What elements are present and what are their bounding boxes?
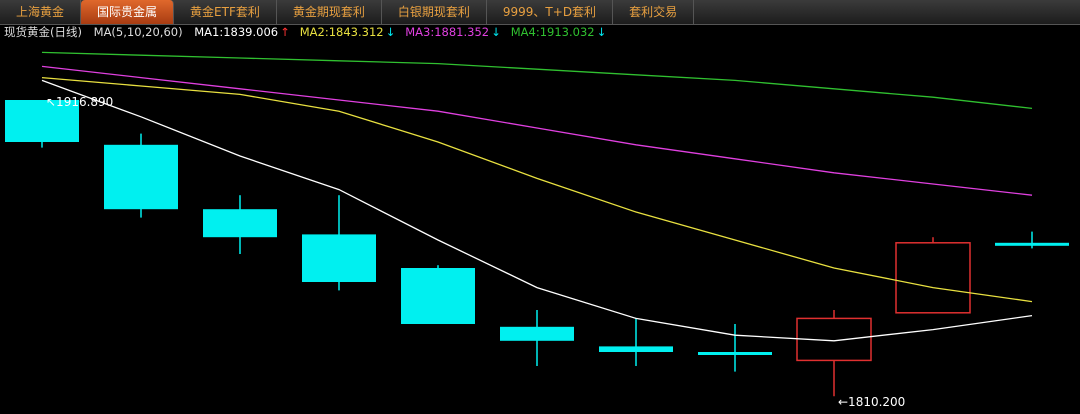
legend-ma2: MA2:1843.312 ↓ — [300, 25, 398, 39]
legend-ma3: MA3:1881.352 ↓ — [405, 25, 503, 39]
legend-ma2-value: MA2:1843.312 — [299, 25, 384, 39]
legend-ma1-arrow-icon: ↑ — [280, 25, 290, 39]
tab-1[interactable]: 国际贵金属 — [81, 0, 175, 24]
legend-ma3-value: MA3:1881.352 — [405, 25, 490, 39]
legend-ma1: MA1:1839.006 ↑ — [194, 25, 292, 39]
tab-0[interactable]: 上海黄金 — [0, 0, 82, 24]
ma-line-ma3 — [41, 65, 1033, 196]
legend-ma4: MA4:1913.032 ↓ — [511, 25, 609, 39]
candle-body-3 — [302, 234, 376, 282]
ma-params: MA(5,10,20,60) — [93, 25, 183, 39]
candle-body-4 — [401, 268, 475, 324]
candle-body-9 — [895, 242, 971, 314]
chart-title: 现货黄金(日线) — [4, 25, 82, 39]
candle-body-10 — [995, 242, 1069, 246]
ma-line-ma1 — [41, 79, 1033, 342]
legend-ma4-arrow-icon: ↓ — [596, 25, 607, 39]
tab-4[interactable]: 白银期现套利 — [382, 0, 487, 24]
legend-ma4-value: MA4:1913.032 — [510, 25, 595, 39]
ma-line-ma2 — [41, 76, 1033, 303]
ma-line-ma4 — [41, 51, 1033, 110]
candle-body-1 — [104, 144, 178, 210]
candle-body-5 — [500, 326, 574, 341]
candle-body-6 — [599, 346, 673, 352]
legend-ma2-arrow-icon: ↓ — [385, 25, 396, 39]
legend-ma1-value: MA1:1839.006 — [194, 25, 279, 39]
annotation-1: ←1810.200 — [838, 395, 905, 409]
annotation-0: ↖1916.890 — [46, 95, 113, 109]
tab-2[interactable]: 黄金ETF套利 — [174, 0, 277, 24]
candle-body-2 — [203, 209, 277, 238]
tab-5[interactable]: 9999、T+D套利 — [487, 0, 614, 24]
tab-6[interactable]: 套利交易 — [613, 0, 695, 24]
tab-3[interactable]: 黄金期现套利 — [277, 0, 382, 24]
candle-body-7 — [698, 352, 772, 355]
legend-ma3-arrow-icon: ↓ — [491, 25, 501, 39]
tab-bar: 上海黄金 国际贵金属 黄金ETF套利 黄金期现套利 白银期现套利 9999、T+D套利 套利… — [0, 0, 1080, 25]
chart-legend: 现货黄金(日线) MA(5,10,20,60) MA1:1839.006 ↑ MA2… — [4, 24, 612, 40]
candlestick-chart: ↖1916.890 ←1810.200 — [5, 51, 1069, 409]
